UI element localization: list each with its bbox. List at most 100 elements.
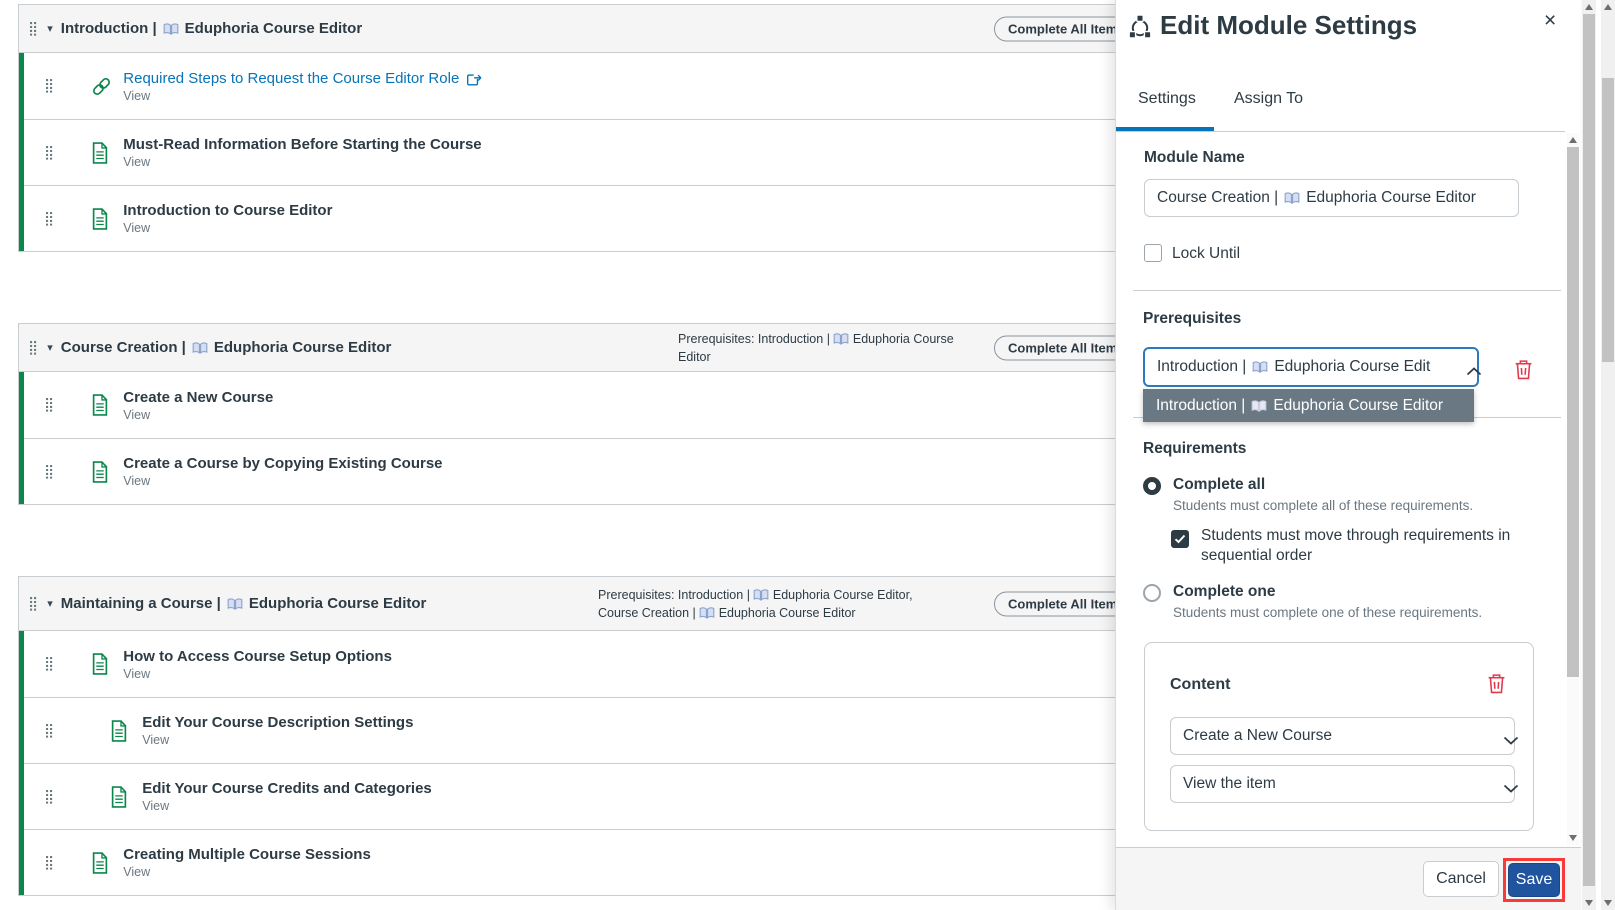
drag-handle-icon[interactable]: ⣿ (44, 724, 54, 738)
complete-one-radio[interactable] (1143, 584, 1161, 602)
drag-handle-icon[interactable]: ⣿ (28, 341, 38, 355)
collapse-module-icon[interactable]: ▾ (47, 597, 53, 610)
drag-handle-icon[interactable]: ⣿ (44, 212, 54, 226)
scrollbar-thumb[interactable] (1602, 78, 1614, 362)
item-requirement-text: View (123, 408, 273, 422)
tab-assign-to[interactable]: Assign To (1234, 90, 1303, 108)
page-icon (91, 208, 109, 230)
module-item-row[interactable]: ⣿ Edit Your Course Description Settings … (24, 697, 1199, 763)
scroll-down-arrow[interactable] (1585, 900, 1593, 906)
drag-handle-icon[interactable]: ⣿ (28, 597, 38, 611)
item-title-link[interactable]: Introduction to Course Editor (123, 202, 332, 219)
item-title-link[interactable]: Required Steps to Request the Course Edi… (123, 70, 483, 87)
item-requirement-text: View (123, 667, 392, 681)
page: ⣿ ▾ Introduction | Eduphoria Course Edit… (0, 0, 1615, 910)
module-section: ⣿ ▾ Introduction | Eduphoria Course Edit… (18, 4, 1200, 252)
drag-handle-icon[interactable]: ⣿ (44, 79, 54, 93)
drag-handle-icon[interactable]: ⣿ (44, 146, 54, 160)
module-section: ⣿ ▾ Maintaining a Course | Eduphoria Cou… (18, 576, 1200, 896)
scroll-up-arrow[interactable] (1569, 137, 1577, 143)
lock-until-checkbox[interactable] (1144, 244, 1162, 262)
divider (1133, 290, 1561, 291)
module-title: Maintaining a Course | Eduphoria Course … (61, 595, 427, 612)
item-requirement-text: View (123, 474, 442, 488)
item-title-link[interactable]: How to Access Course Setup Options (123, 648, 392, 665)
item-title-link[interactable]: Must-Read Information Before Starting th… (123, 136, 481, 153)
page-icon (110, 720, 128, 742)
module-item-row[interactable]: ⣿ How to Access Course Setup Options Vie… (24, 631, 1199, 697)
close-icon[interactable]: × (1540, 6, 1560, 35)
complete-one-label: Complete one (1173, 583, 1275, 601)
module-header[interactable]: ⣿ ▾ Course Creation | Eduphoria Course E… (19, 324, 1199, 372)
module-prerequisites-text: Prerequisites: Introduction | Eduphoria … (678, 329, 978, 365)
prerequisites-dropdown-option[interactable]: Introduction | Eduphoria Course Editor (1143, 389, 1474, 422)
item-title-link[interactable]: Create a New Course (123, 389, 273, 406)
module-item-row[interactable]: ⣿ Must-Read Information Before Starting … (24, 119, 1199, 185)
external-link-icon (466, 70, 483, 86)
requirement-content-select[interactable]: Create a New Course (1170, 717, 1515, 755)
sequential-order-checkbox[interactable] (1171, 530, 1189, 548)
item-title-link[interactable]: Create a Course by Copying Existing Cour… (123, 455, 442, 472)
book-icon (1252, 361, 1268, 373)
book-icon (1251, 400, 1267, 412)
tab-settings[interactable]: Settings (1138, 90, 1196, 108)
page-scrollbar[interactable] (1601, 0, 1615, 910)
content-scrollbar[interactable] (1582, 0, 1596, 910)
book-icon (753, 588, 769, 600)
module-header[interactable]: ⣿ ▾ Maintaining a Course | Eduphoria Cou… (19, 577, 1199, 631)
drag-handle-icon[interactable]: ⣿ (28, 22, 38, 36)
scroll-up-arrow[interactable] (1604, 4, 1612, 10)
item-requirement-text: View (123, 155, 481, 169)
book-icon (163, 23, 179, 35)
book-icon (1284, 192, 1300, 204)
item-requirement-text: View (123, 865, 371, 879)
edit-module-settings-tray: Edit Module Settings × Settings Assign T… (1115, 0, 1580, 910)
module-prerequisites-text: Prerequisites: Introduction | Eduphoria … (598, 585, 936, 621)
drag-handle-icon[interactable]: ⣿ (44, 465, 54, 479)
module-name-input[interactable]: Course Creation | Eduphoria Course Edito… (1144, 179, 1519, 217)
module-item-row[interactable]: ⣿ Edit Your Course Credits and Categorie… (24, 763, 1199, 829)
cancel-button[interactable]: Cancel (1423, 861, 1499, 897)
requirement-type-select[interactable]: View the item (1170, 765, 1515, 803)
module-header[interactable]: ⣿ ▾ Introduction | Eduphoria Course Edit… (19, 5, 1199, 53)
prerequisites-select[interactable]: Introduction | Eduphoria Course Edit (1143, 347, 1479, 387)
drag-handle-icon[interactable]: ⣿ (44, 657, 54, 671)
scrollbar-thumb[interactable] (1583, 14, 1595, 886)
item-requirement-text: View (123, 221, 332, 235)
save-button[interactable]: Save (1508, 863, 1560, 897)
book-icon (699, 607, 715, 619)
item-requirement-text: View (142, 733, 413, 747)
module-item-row[interactable]: ⣿ Create a New Course View (24, 372, 1199, 438)
module-name-label: Module Name (1144, 149, 1245, 167)
item-title-link[interactable]: Edit Your Course Description Settings (142, 714, 413, 731)
module-title: Course Creation | Eduphoria Course Edito… (61, 339, 392, 356)
collapse-module-icon[interactable]: ▾ (47, 341, 53, 354)
module-item-row[interactable]: ⣿ Creating Multiple Course Sessions View (24, 829, 1199, 895)
item-requirement-text: View (123, 89, 483, 103)
module-item-row[interactable]: ⣿ Introduction to Course Editor View (24, 185, 1199, 251)
module-item-row[interactable]: ⣿ Create a Course by Copying Existing Co… (24, 438, 1199, 504)
complete-all-radio[interactable] (1143, 477, 1161, 495)
tray-title: Edit Module Settings (1160, 10, 1417, 41)
drag-handle-icon[interactable]: ⣿ (44, 790, 54, 804)
drag-handle-icon[interactable]: ⣿ (44, 398, 54, 412)
page-icon (91, 142, 109, 164)
module-items: ⣿ Create a New Course View ⣿ Create a Co… (19, 372, 1199, 504)
complete-one-description: Students must complete one of these requ… (1173, 605, 1482, 620)
collapse-module-icon[interactable]: ▾ (47, 22, 53, 35)
item-title-link[interactable]: Creating Multiple Course Sessions (123, 846, 371, 863)
drag-handle-icon[interactable]: ⣿ (44, 856, 54, 870)
tabs-divider (1116, 131, 1565, 132)
module-title: Introduction | Eduphoria Course Editor (61, 20, 362, 37)
scroll-up-arrow[interactable] (1585, 4, 1593, 10)
scrollbar-thumb[interactable] (1567, 147, 1579, 677)
modules-list: ⣿ ▾ Introduction | Eduphoria Course Edit… (0, 0, 1200, 910)
book-icon (833, 332, 849, 344)
module-section: ⣿ ▾ Course Creation | Eduphoria Course E… (18, 323, 1200, 505)
module-item-row[interactable]: ⣿ Required Steps to Request the Course E… (24, 53, 1199, 119)
scroll-down-arrow[interactable] (1604, 900, 1612, 906)
item-title-link[interactable]: Edit Your Course Credits and Categories (142, 780, 432, 797)
tray-scrollbar[interactable] (1567, 133, 1579, 845)
tray-footer: Cancel Save (1116, 847, 1581, 910)
scroll-down-arrow[interactable] (1569, 835, 1577, 841)
